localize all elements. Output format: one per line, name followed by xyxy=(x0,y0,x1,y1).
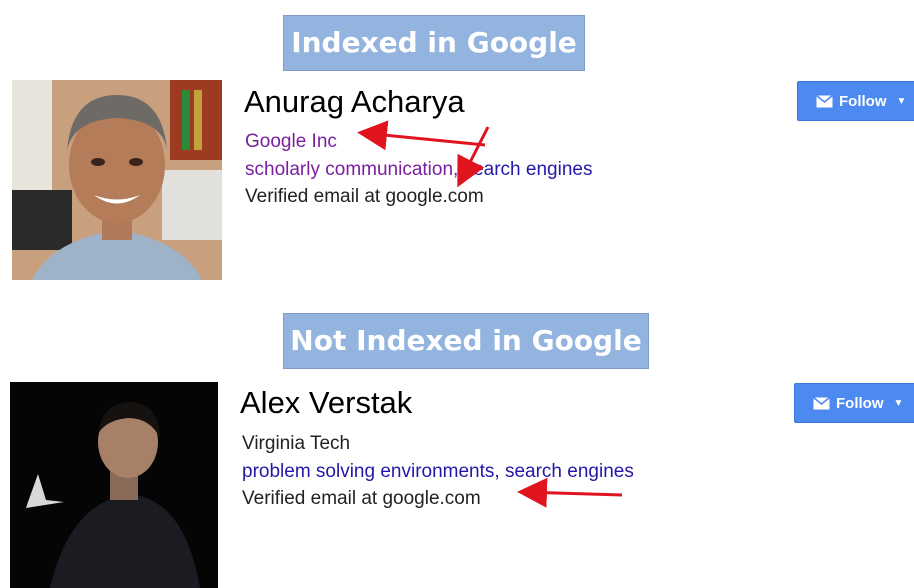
arrow-annotation xyxy=(457,126,490,188)
arrow-annotation xyxy=(517,477,623,508)
annotation-arrows xyxy=(357,120,623,508)
arrow-annotation xyxy=(357,120,486,151)
